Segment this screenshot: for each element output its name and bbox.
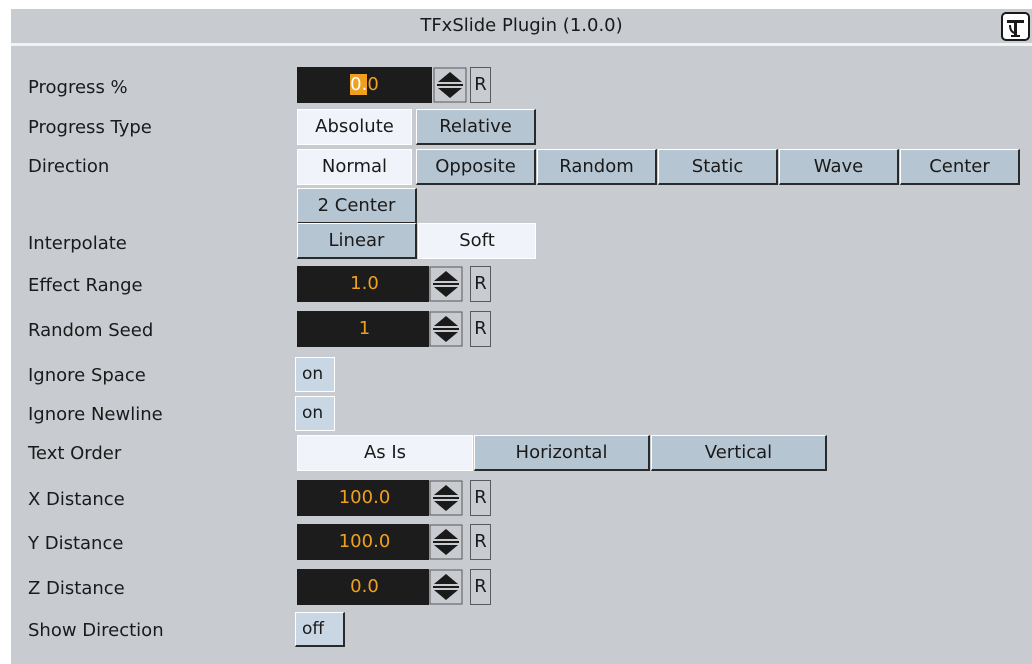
direction-label: Direction	[28, 156, 110, 177]
x-distance-reset-button[interactable]: R	[470, 480, 491, 516]
interpolate-soft[interactable]: Soft	[418, 223, 536, 259]
interpolate-linear[interactable]: Linear	[297, 223, 417, 259]
progress-spinner[interactable]	[433, 67, 467, 103]
y-distance-label: Y Distance	[28, 533, 124, 554]
ignore-newline-label: Ignore Newline	[28, 404, 163, 425]
text-order-horizontal[interactable]: Horizontal	[474, 435, 650, 471]
y-distance-input[interactable]: 100.0	[297, 524, 432, 560]
random-seed-reset-button[interactable]: R	[470, 311, 491, 347]
x-distance-input[interactable]: 100.0	[297, 480, 432, 516]
ignore-space-toggle[interactable]: on	[295, 357, 335, 392]
title-bar: TFxSlide Plugin (1.0.0)	[11, 9, 1032, 46]
help-icon[interactable]	[1001, 12, 1030, 41]
text-order-as-is[interactable]: As Is	[297, 435, 473, 471]
z-distance-label: Z Distance	[28, 578, 125, 599]
progress-type-label: Progress Type	[28, 117, 152, 138]
progress-input[interactable]: 0.0	[297, 67, 432, 103]
effect-range-label: Effect Range	[28, 275, 143, 296]
z-distance-input[interactable]: 0.0	[297, 569, 432, 605]
ignore-newline-toggle[interactable]: on	[295, 396, 335, 431]
effect-range-spinner[interactable]	[429, 266, 463, 302]
y-distance-reset-button[interactable]: R	[470, 524, 491, 560]
window-title: TFxSlide Plugin (1.0.0)	[420, 15, 623, 36]
direction-static[interactable]: Static	[658, 149, 778, 185]
z-distance-spinner[interactable]	[429, 569, 463, 605]
progress-reset-button[interactable]: R	[470, 67, 491, 103]
direction-normal[interactable]: Normal	[297, 149, 412, 185]
x-distance-label: X Distance	[28, 489, 125, 510]
direction-wave[interactable]: Wave	[779, 149, 899, 185]
progress-type-absolute[interactable]: Absolute	[297, 109, 412, 145]
direction-center[interactable]: Center	[900, 149, 1020, 185]
z-distance-reset-button[interactable]: R	[470, 569, 491, 605]
progress-value-selected: 0.	[350, 74, 368, 95]
random-seed-input[interactable]: 1	[297, 311, 432, 347]
direction-random[interactable]: Random	[537, 149, 657, 185]
progress-value-rest: 0	[367, 74, 379, 95]
random-seed-label: Random Seed	[28, 320, 154, 341]
progress-label: Progress %	[28, 77, 128, 98]
text-order-label: Text Order	[28, 443, 122, 464]
direction-2-center[interactable]: 2 Center	[297, 188, 417, 224]
random-seed-spinner[interactable]	[429, 311, 463, 347]
effect-range-reset-button[interactable]: R	[470, 266, 491, 302]
plugin-panel: TFxSlide Plugin (1.0.0) Progress % 0.0 R…	[11, 9, 1032, 664]
effect-range-input[interactable]: 1.0	[297, 266, 432, 302]
x-distance-spinner[interactable]	[429, 480, 463, 516]
ignore-space-label: Ignore Space	[28, 365, 146, 386]
progress-type-relative[interactable]: Relative	[416, 109, 536, 145]
direction-opposite[interactable]: Opposite	[416, 149, 536, 185]
show-direction-label: Show Direction	[28, 620, 164, 641]
interpolate-label: Interpolate	[28, 233, 127, 254]
show-direction-toggle[interactable]: off	[295, 612, 345, 647]
y-distance-spinner[interactable]	[429, 524, 463, 560]
text-order-vertical[interactable]: Vertical	[651, 435, 827, 471]
